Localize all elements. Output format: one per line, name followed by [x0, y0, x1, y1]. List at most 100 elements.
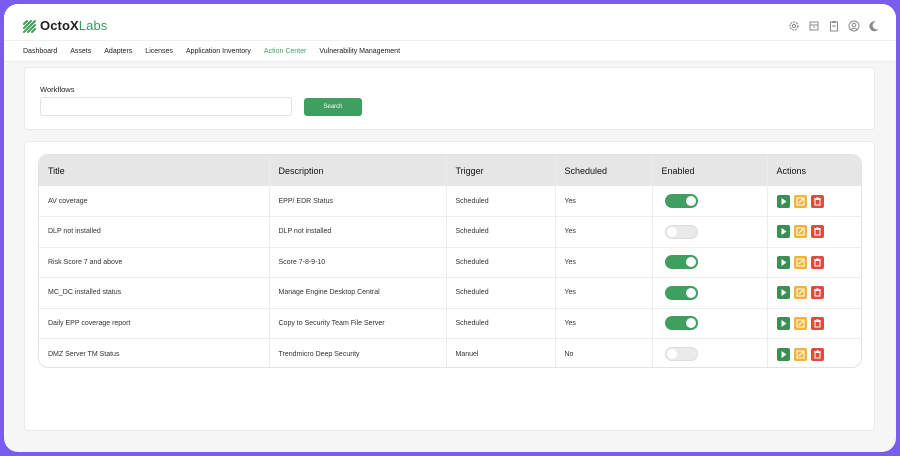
enabled-toggle[interactable] — [664, 347, 698, 361]
column-header-trigger[interactable]: Trigger — [446, 155, 556, 186]
cell-scheduled: Yes — [555, 186, 653, 217]
row-actions — [776, 286, 862, 300]
moon-icon[interactable] — [868, 19, 880, 32]
toggle-knob — [685, 257, 696, 268]
edit-icon[interactable] — [793, 255, 807, 269]
cell-description: EPP/ EDR Status — [269, 186, 447, 217]
toggle-knob — [685, 287, 696, 298]
workflows-table-wrapper: Title Description Trigger Scheduled Enab… — [38, 154, 862, 368]
column-header-description[interactable]: Description — [269, 155, 447, 186]
nav-item-assets[interactable]: Assets — [70, 48, 91, 55]
delete-icon[interactable] — [810, 255, 824, 269]
cell-enabled — [652, 277, 768, 308]
column-header-enabled[interactable]: Enabled — [652, 155, 768, 186]
column-header-scheduled[interactable]: Scheduled — [555, 155, 653, 186]
play-icon[interactable] — [776, 194, 790, 208]
cell-trigger: Scheduled — [446, 186, 556, 217]
gear-icon[interactable] — [788, 19, 800, 31]
cell-trigger: Scheduled — [446, 307, 556, 339]
brand-light: Labs — [78, 18, 108, 33]
workflows-input[interactable] — [40, 97, 292, 116]
cell-scheduled: Yes — [555, 307, 653, 339]
cell-actions — [767, 338, 862, 367]
table-header-row: Title Description Trigger Scheduled Enab… — [39, 155, 861, 186]
brand-name: OctoXLabs — [40, 18, 107, 33]
cell-enabled — [652, 216, 768, 247]
table-row: Daily EPP coverage report Copy to Securit… — [39, 307, 862, 339]
play-icon[interactable] — [776, 316, 790, 330]
table-row: Risk Score 7 and above Score 7-8-9-10 Sche… — [39, 246, 862, 278]
edit-icon[interactable] — [793, 225, 807, 239]
archive-icon[interactable] — [808, 19, 820, 31]
nav-item-action-center[interactable]: Action Center — [264, 48, 306, 55]
cell-trigger: Scheduled — [446, 216, 556, 247]
cell-title: AV coverage — [39, 186, 270, 217]
cell-actions — [767, 216, 862, 247]
cell-enabled — [652, 246, 768, 278]
table-body: AV coverage EPP/ EDR Status Scheduled Yes DL… — [39, 186, 862, 367]
enabled-toggle[interactable] — [664, 285, 698, 300]
toggle-knob — [685, 196, 696, 206]
row-actions — [776, 316, 862, 330]
user-icon[interactable] — [848, 19, 860, 32]
table-row: MC_DC installed status Manage Engine Desk… — [39, 277, 862, 308]
table-row: DLP not installed DLP not installed Schedu… — [39, 216, 862, 247]
edit-icon[interactable] — [793, 316, 807, 330]
cell-scheduled: Yes — [555, 277, 653, 308]
app-window: OctoXLabs Dashboard Assets Adapters Lice… — [4, 4, 896, 452]
enabled-toggle[interactable] — [664, 194, 698, 208]
play-icon[interactable] — [776, 225, 790, 239]
workflows-table: Title Description Trigger Scheduled Enab… — [39, 155, 862, 367]
cell-actions — [767, 246, 862, 278]
nav-item-licenses[interactable]: Licenses — [145, 48, 173, 55]
row-actions — [776, 347, 862, 361]
cell-scheduled: Yes — [555, 216, 653, 247]
brand-bold: OctoX — [40, 18, 79, 33]
row-actions — [776, 255, 862, 269]
cell-enabled — [652, 186, 768, 217]
nav-item-vulnerability-management[interactable]: Vulnerability Management — [319, 48, 400, 55]
search-button[interactable]: Search — [304, 98, 362, 116]
table-row: AV coverage EPP/ EDR Status Scheduled Yes — [39, 186, 862, 217]
logo[interactable]: OctoXLabs — [22, 18, 107, 33]
enabled-toggle[interactable] — [664, 224, 698, 239]
nav-item-adapters[interactable]: Adapters — [104, 48, 132, 55]
edit-icon[interactable] — [793, 286, 807, 300]
toggle-knob — [685, 318, 696, 329]
cell-trigger: Scheduled — [446, 246, 556, 278]
edit-icon[interactable] — [793, 194, 807, 208]
cell-description: Manage Engine Desktop Central — [269, 277, 447, 308]
clipboard-icon[interactable] — [828, 19, 840, 32]
cell-description: Trendmicro Deep Security — [269, 338, 447, 367]
enabled-toggle[interactable] — [664, 255, 698, 270]
nav-item-dashboard[interactable]: Dashboard — [23, 48, 57, 55]
delete-icon[interactable] — [810, 316, 824, 330]
play-icon[interactable] — [776, 347, 790, 361]
row-actions — [776, 225, 862, 239]
table-row: DMZ Server TM Status Trendmicro Deep Secu… — [39, 338, 862, 367]
play-icon[interactable] — [776, 255, 790, 269]
toggle-knob — [666, 349, 677, 359]
row-actions — [776, 194, 862, 208]
main-nav: Dashboard Assets Adapters Licenses Appli… — [4, 40, 896, 62]
cell-trigger: Scheduled — [446, 277, 556, 308]
column-header-title[interactable]: Title — [39, 155, 270, 186]
cell-title: MC_DC installed status — [39, 277, 270, 308]
enabled-toggle[interactable] — [664, 316, 698, 331]
delete-icon[interactable] — [810, 286, 824, 300]
edit-icon[interactable] — [793, 347, 807, 361]
cell-scheduled: Yes — [555, 246, 653, 278]
play-icon[interactable] — [776, 286, 790, 300]
column-header-actions: Actions — [776, 165, 807, 176]
cell-scheduled: No — [555, 338, 653, 367]
cell-title: Daily EPP coverage report — [39, 307, 270, 339]
delete-icon[interactable] — [810, 194, 824, 208]
top-icons — [788, 19, 880, 32]
octox-logo-icon — [23, 19, 36, 33]
cell-trigger: Manuel — [446, 338, 556, 367]
nav-item-application-inventory[interactable]: Application Inventory — [186, 48, 251, 55]
delete-icon[interactable] — [810, 225, 824, 239]
cell-title: DMZ Server TM Status — [39, 338, 270, 367]
delete-icon[interactable] — [810, 347, 824, 361]
cell-description: Copy to Security Team File Server — [269, 307, 447, 339]
